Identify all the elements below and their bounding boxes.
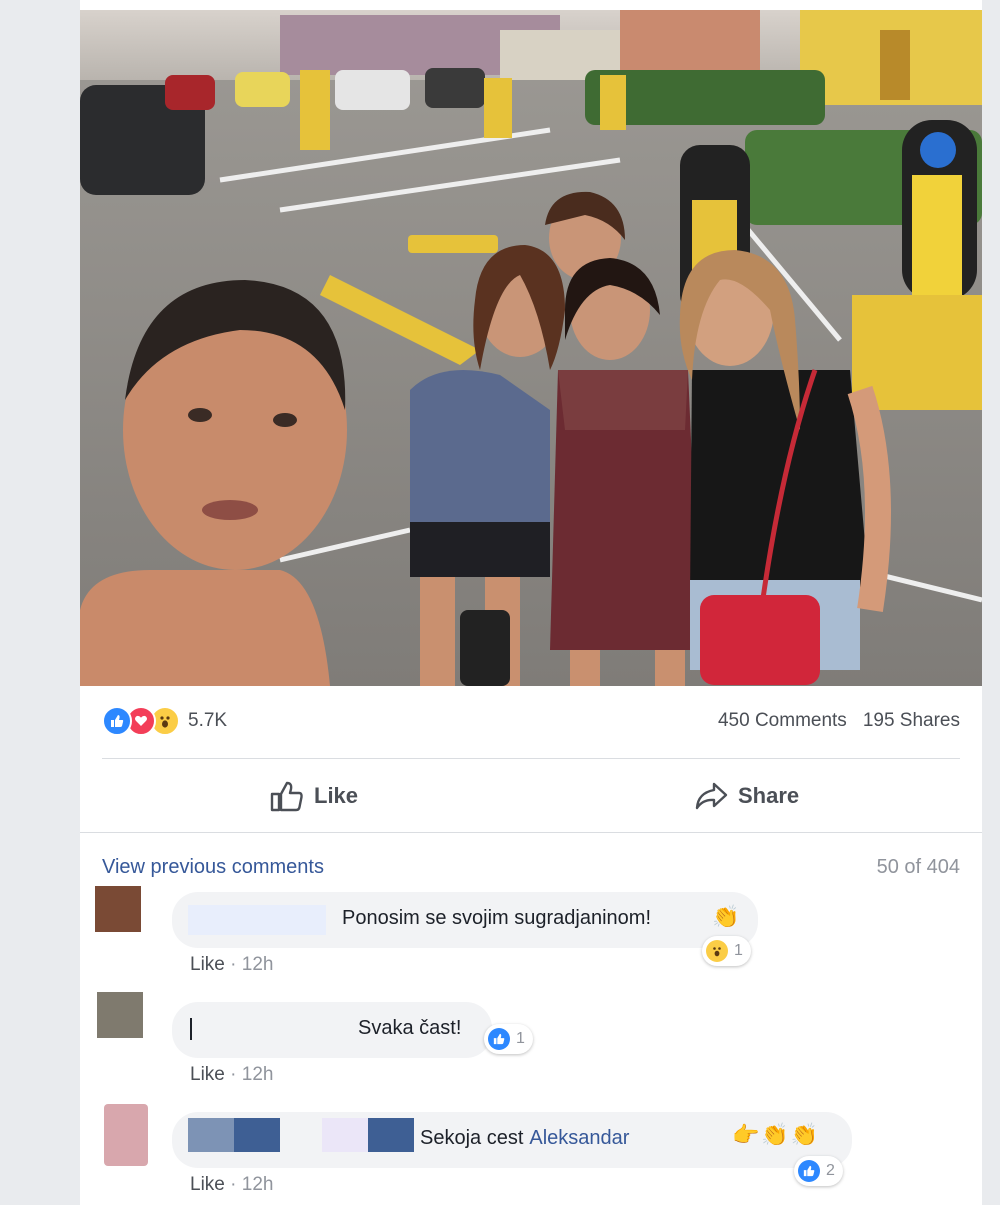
mention-link[interactable]: Aleksandar bbox=[529, 1127, 629, 1149]
divider bbox=[102, 758, 960, 759]
comment-meta: Like · 12h bbox=[190, 1064, 273, 1086]
post-stats: 5.7K 450 Comments 195 Shares bbox=[102, 700, 960, 744]
view-previous-comments-link[interactable]: View previous comments bbox=[102, 856, 324, 879]
comment-meta: Like · 12h bbox=[190, 1174, 273, 1196]
comment-reaction-badge[interactable]: 1 bbox=[702, 936, 751, 966]
redacted-name bbox=[234, 1118, 280, 1152]
reaction-count: 2 bbox=[826, 1162, 835, 1179]
comments-count-link[interactable]: 450 Comments bbox=[718, 710, 847, 731]
share-button-label: Share bbox=[738, 783, 800, 808]
comment-time[interactable]: 12h bbox=[242, 1174, 274, 1195]
separator: · bbox=[224, 1174, 242, 1195]
avatar[interactable] bbox=[95, 886, 141, 932]
like-icon bbox=[798, 1160, 820, 1182]
like-icon bbox=[102, 706, 132, 736]
pointing-clapping-hands-icon: 👉👏👏 bbox=[732, 1122, 821, 1147]
reactions-summary[interactable]: 5.7K bbox=[102, 706, 227, 736]
comment-like-link[interactable]: Like bbox=[190, 1064, 225, 1085]
like-button[interactable]: Like bbox=[270, 768, 358, 824]
post-card: 5.7K 450 Comments 195 Shares Like Share V… bbox=[80, 0, 982, 1205]
redacted-name bbox=[368, 1118, 414, 1152]
shares-count-link[interactable]: 195 Shares bbox=[863, 710, 960, 731]
comment-text-body: Sekoja cest bbox=[420, 1127, 524, 1149]
reaction-count: 1 bbox=[734, 942, 743, 959]
separator: · bbox=[224, 1064, 242, 1085]
comment-like-link[interactable]: Like bbox=[190, 954, 225, 975]
avatar[interactable] bbox=[97, 992, 143, 1038]
share-button[interactable]: Share bbox=[694, 768, 799, 824]
share-arrow-icon bbox=[695, 782, 728, 810]
redacted-name bbox=[322, 1118, 368, 1152]
wow-icon bbox=[706, 940, 728, 962]
reaction-count: 1 bbox=[516, 1030, 525, 1047]
avatar[interactable] bbox=[104, 1104, 148, 1166]
comment-like-link[interactable]: Like bbox=[190, 1174, 225, 1195]
comment-bubble: Svaka čast! bbox=[172, 1002, 492, 1058]
divider bbox=[80, 832, 982, 833]
comment-text: Svaka čast! bbox=[358, 1017, 462, 1039]
post-photo[interactable] bbox=[80, 10, 982, 686]
redacted-name bbox=[190, 1018, 192, 1040]
like-icon bbox=[488, 1028, 510, 1050]
comment-reaction-badge[interactable]: 1 bbox=[484, 1024, 533, 1054]
comment-bubble: Ponosim se svojim sugradjaninom! 👏 bbox=[172, 892, 758, 948]
engagement-counts: 450 Comments 195 Shares bbox=[718, 710, 960, 732]
comment-time[interactable]: 12h bbox=[242, 1064, 274, 1085]
comment-text: Sekoja cest Aleksandar bbox=[420, 1127, 629, 1150]
comment-time[interactable]: 12h bbox=[242, 954, 274, 975]
like-button-label: Like bbox=[314, 783, 359, 808]
separator: · bbox=[224, 954, 242, 975]
comment-bubble: Sekoja cest Aleksandar 👉👏👏 bbox=[172, 1112, 852, 1168]
comment-reaction-badge[interactable]: 2 bbox=[794, 1156, 843, 1186]
redacted-name bbox=[188, 905, 326, 935]
redacted-name bbox=[188, 1118, 234, 1152]
comments-page-count: 50 of 404 bbox=[876, 856, 960, 878]
reaction-count: 5.7K bbox=[188, 710, 228, 731]
thumbs-up-icon bbox=[270, 781, 303, 812]
comment-text: Ponosim se svojim sugradjaninom! bbox=[342, 907, 652, 929]
clapping-hands-icon: 👏 bbox=[712, 904, 740, 929]
comment-meta: Like · 12h bbox=[190, 954, 273, 976]
